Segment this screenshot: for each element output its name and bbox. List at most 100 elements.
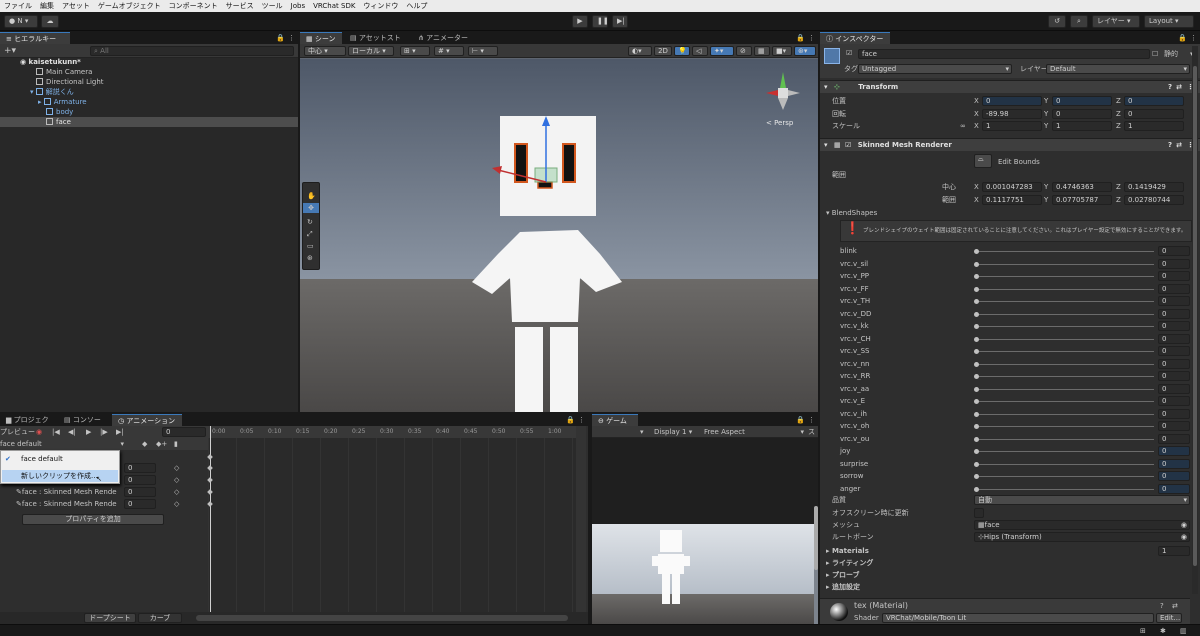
property-value[interactable]: 0 — [124, 475, 156, 485]
bounds-center-x-field[interactable]: 0.001047283 — [982, 182, 1042, 192]
menu-edit[interactable]: 編集 — [36, 0, 58, 12]
frame-input[interactable]: 0 — [162, 427, 206, 437]
pos-z-field[interactable]: 0 — [1124, 96, 1184, 106]
property-value[interactable]: 0 — [124, 499, 156, 509]
transform-tool-icon[interactable]: ⊛ — [307, 253, 313, 263]
lock-icon[interactable]: 🔒 — [1178, 33, 1187, 43]
play-button[interactable]: ▶ — [572, 15, 588, 28]
blendshape-value[interactable]: 0 — [1158, 308, 1190, 319]
tree-item-armature[interactable]: ▸ Armature — [38, 97, 87, 107]
dopesheet-tab[interactable]: ドープシート — [84, 613, 136, 623]
menu-assets[interactable]: アセット — [58, 0, 94, 12]
character-model[interactable] — [300, 32, 818, 412]
more-icon[interactable]: ⋮ — [578, 415, 585, 425]
blendshape-value[interactable]: 0 — [1158, 271, 1190, 281]
layers-dropdown[interactable]: レイヤー ▾ — [1092, 15, 1140, 28]
axis-label-z[interactable]: Z — [1116, 182, 1121, 192]
blendshape-value[interactable]: 0 — [1158, 258, 1190, 269]
slider-knob[interactable] — [974, 274, 979, 279]
search-button[interactable]: ⌕ — [1070, 15, 1088, 28]
menu-gameobject[interactable]: ゲームオブジェクト — [94, 0, 165, 12]
blendshape-slider[interactable] — [976, 376, 1154, 377]
menu-jobs[interactable]: Jobs — [287, 0, 309, 12]
blendshape-slider[interactable] — [976, 463, 1154, 465]
smr-header[interactable]: ▾ ▦ ☑ Skinned Mesh Renderer ? ⇄ ⋮ — [820, 138, 1200, 151]
scale-z-field[interactable]: 1 — [1124, 121, 1184, 131]
slider-knob[interactable] — [974, 424, 979, 429]
blendshape-value[interactable]: 0 — [1158, 446, 1190, 456]
add-event-icon[interactable]: ◆+ — [156, 439, 167, 449]
bounds-extent-x-field[interactable]: 0.1117751 — [982, 195, 1042, 205]
rotate-tool-icon[interactable]: ↻ — [307, 217, 313, 227]
scrollbar-thumb[interactable] — [1193, 66, 1197, 566]
record-icon[interactable]: ◉ — [36, 427, 42, 437]
menu-vrchat-sdk[interactable]: VRChat SDK — [309, 0, 359, 12]
timeline-scrollbar[interactable] — [576, 426, 586, 612]
timeline-ruler[interactable]: 0:00 0:05 0:10 0:15 0:20 0:25 0:30 0:35 0:40 0:45… — [208, 426, 576, 438]
blendshape-value[interactable]: 0 — [1158, 471, 1190, 481]
bounds-extent-y-field[interactable]: 0.07705787 — [1052, 195, 1112, 205]
mesh-field[interactable]: ▦face ◉ — [974, 520, 1190, 530]
pos-x-field[interactable]: 0 — [982, 96, 1042, 106]
slider-knob[interactable] — [974, 286, 979, 292]
shader-edit-button[interactable]: Edit... — [1156, 613, 1182, 623]
blendshape-slider[interactable] — [976, 388, 1154, 390]
help-icon[interactable]: ? — [1168, 81, 1172, 93]
bounds-extent-z-field[interactable]: 0.02780744 — [1124, 195, 1184, 205]
preset-icon[interactable]: ⇄ — [1176, 139, 1182, 151]
pos-y-field[interactable]: 0 — [1052, 96, 1112, 106]
slider-knob[interactable] — [974, 374, 979, 379]
blendshape-value[interactable]: 0 — [1158, 421, 1190, 431]
slider-knob[interactable] — [974, 249, 979, 254]
preset-icon[interactable]: ⇄ — [1176, 81, 1182, 93]
axis-label-y[interactable]: Y — [1044, 121, 1048, 131]
blendshapes-foldout[interactable]: ▾ BlendShapes — [826, 208, 877, 218]
inspector-scrollbar[interactable] — [1192, 46, 1198, 594]
scene-root[interactable]: ◉ kaisetukunn* — [20, 57, 81, 67]
axis-label-x[interactable]: X — [974, 109, 979, 119]
property-value[interactable]: 0 — [124, 487, 156, 497]
axis-label-y[interactable]: Y — [1044, 182, 1048, 192]
slider-knob[interactable] — [974, 474, 979, 479]
static-checkbox[interactable]: ☐ — [1152, 49, 1158, 59]
scale-tool-icon[interactable]: ⤢ — [307, 229, 313, 239]
blendshape-slider[interactable] — [976, 488, 1154, 490]
blendshape-slider[interactable] — [976, 338, 1154, 340]
clip-dropdown[interactable]: face default ▾ — [0, 439, 126, 449]
pause-button[interactable]: ❚❚ — [592, 15, 609, 28]
property-row[interactable]: ✎face : Skinned Mesh Rende 0 ◇ — [0, 486, 186, 498]
cloud-button[interactable]: ☁ — [41, 15, 59, 28]
tree-item-body[interactable]: body — [46, 107, 73, 117]
game-scrollbar[interactable] — [814, 506, 818, 570]
blendshape-value[interactable]: 0 — [1158, 321, 1190, 331]
quality-dropdown[interactable]: 自動 ▾ — [974, 495, 1190, 505]
tab-hierarchy[interactable]: ≡ ヒエラルキー — [0, 32, 70, 44]
slider-knob[interactable] — [974, 461, 979, 467]
edit-bounds-button[interactable]: ⌓ — [974, 154, 992, 168]
menu-tools[interactable]: ツール — [258, 0, 287, 12]
blendshape-slider[interactable] — [976, 476, 1154, 477]
history-button[interactable]: ↺ — [1048, 15, 1066, 28]
lighting-foldout[interactable]: ▸ ライティング — [826, 558, 873, 568]
blendshape-slider[interactable] — [976, 326, 1154, 327]
axis-label-z[interactable]: Z — [1116, 96, 1121, 106]
tree-item-kaisetukun[interactable]: ▾ 解説くん — [30, 87, 74, 97]
probes-foldout[interactable]: ▸ プローブ — [826, 570, 860, 580]
menu-item-face-default[interactable]: face default — [21, 454, 63, 464]
rot-x-field[interactable]: -89.98 — [982, 109, 1042, 119]
menu-file[interactable]: ファイル — [0, 0, 36, 12]
hand-tool-icon[interactable]: ✋ — [307, 191, 316, 201]
slider-knob[interactable] — [974, 361, 979, 367]
scale-x-field[interactable]: 1 — [982, 121, 1042, 131]
blendshape-value[interactable]: 0 — [1158, 296, 1190, 306]
tab-inspector[interactable]: ⓘ インスペクター — [820, 32, 890, 44]
dopesheet-area[interactable] — [208, 438, 576, 612]
blendshape-slider[interactable] — [976, 438, 1154, 440]
slider-knob[interactable] — [974, 411, 979, 417]
blendshape-value[interactable]: 0 — [1158, 333, 1190, 344]
tag-dropdown[interactable]: Untagged ▾ — [858, 64, 1012, 74]
blendshape-slider[interactable] — [976, 413, 1154, 415]
blendshape-slider[interactable] — [976, 263, 1154, 265]
more-icon[interactable]: ⋮ — [1190, 33, 1197, 43]
blendshape-value[interactable]: 0 — [1158, 483, 1190, 494]
